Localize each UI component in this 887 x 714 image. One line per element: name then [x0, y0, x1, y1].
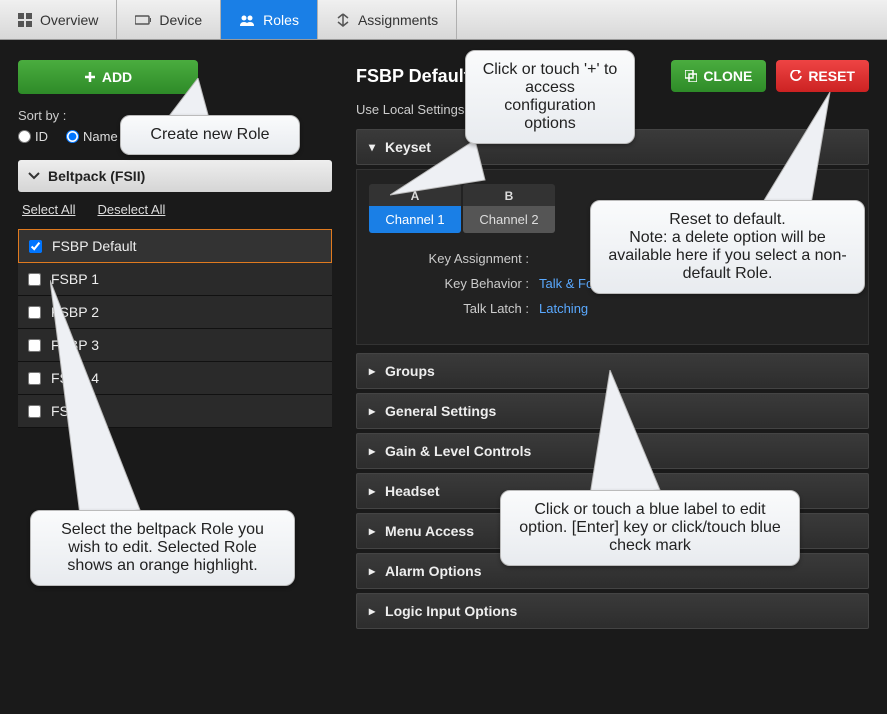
nav-device[interactable]: Device	[117, 0, 221, 39]
callout-select-role: Select the beltpack Role you wish to edi…	[30, 510, 295, 586]
role-checkbox[interactable]	[28, 405, 41, 418]
latch-value[interactable]: Latching	[539, 301, 588, 316]
chevron-right-icon: ▸	[369, 444, 375, 458]
device-icon	[135, 14, 151, 26]
nav-assignments[interactable]: Assignments	[318, 0, 457, 39]
chevron-right-icon: ▸	[369, 564, 375, 578]
chevron-right-icon: ▸	[369, 524, 375, 538]
behavior-label: Key Behavior :	[369, 276, 539, 291]
nav-overview[interactable]: Overview	[0, 0, 117, 39]
sort-name-option[interactable]: Name	[66, 129, 118, 144]
section-logic[interactable]: ▸Logic Input Options	[356, 593, 869, 629]
role-item[interactable]: FSBP Default	[18, 229, 332, 263]
select-all-link[interactable]: Select All	[22, 202, 75, 217]
callout-pointer	[50, 280, 150, 520]
callout-pointer	[590, 370, 670, 500]
assignments-icon	[336, 13, 350, 27]
assignment-label: Key Assignment :	[369, 251, 539, 266]
top-nav: Overview Device Roles Assignments	[0, 0, 887, 40]
selection-links: Select All Deselect All	[18, 192, 332, 223]
chevron-right-icon: ▸	[369, 484, 375, 498]
people-icon	[239, 14, 255, 26]
nav-label: Roles	[263, 12, 299, 28]
sort-id-radio[interactable]	[18, 130, 31, 143]
nav-roles[interactable]: Roles	[221, 0, 318, 39]
copy-icon	[685, 70, 697, 82]
grid-icon	[18, 13, 32, 27]
chevron-right-icon: ▸	[369, 604, 375, 618]
deselect-all-link[interactable]: Deselect All	[97, 202, 165, 217]
sort-id-option[interactable]: ID	[18, 129, 48, 144]
nav-label: Assignments	[358, 12, 438, 28]
latch-label: Talk Latch :	[369, 301, 539, 316]
nav-label: Device	[159, 12, 202, 28]
role-checkbox[interactable]	[28, 372, 41, 385]
role-checkbox[interactable]	[28, 339, 41, 352]
chevron-down-icon: ▾	[369, 140, 375, 154]
callout-blue-label: Click or touch a blue label to edit opti…	[500, 490, 800, 566]
accordion-header[interactable]: Beltpack (FSII)	[18, 160, 332, 192]
refresh-icon	[790, 70, 802, 82]
plus-icon	[84, 71, 96, 83]
chevron-down-icon	[28, 172, 40, 180]
callout-pointer	[390, 140, 490, 200]
role-checkbox[interactable]	[29, 240, 42, 253]
clone-button[interactable]: CLONE	[671, 60, 766, 92]
callout-plus-options: Click or touch '+' to access configurati…	[465, 50, 635, 144]
chevron-right-icon: ▸	[369, 364, 375, 378]
reset-button[interactable]: RESET	[776, 60, 869, 92]
page-title: FSBP Default	[356, 66, 470, 87]
callout-create-role: Create new Role	[120, 115, 300, 155]
accordion-title: Beltpack (FSII)	[48, 168, 145, 184]
callout-reset: Reset to default. Note: a delete option …	[590, 200, 865, 294]
chevron-right-icon: ▸	[369, 404, 375, 418]
nav-label: Overview	[40, 12, 98, 28]
role-checkbox[interactable]	[28, 273, 41, 286]
callout-pointer	[760, 92, 840, 212]
role-checkbox[interactable]	[28, 306, 41, 319]
add-label: ADD	[102, 69, 132, 85]
sort-name-radio[interactable]	[66, 130, 79, 143]
